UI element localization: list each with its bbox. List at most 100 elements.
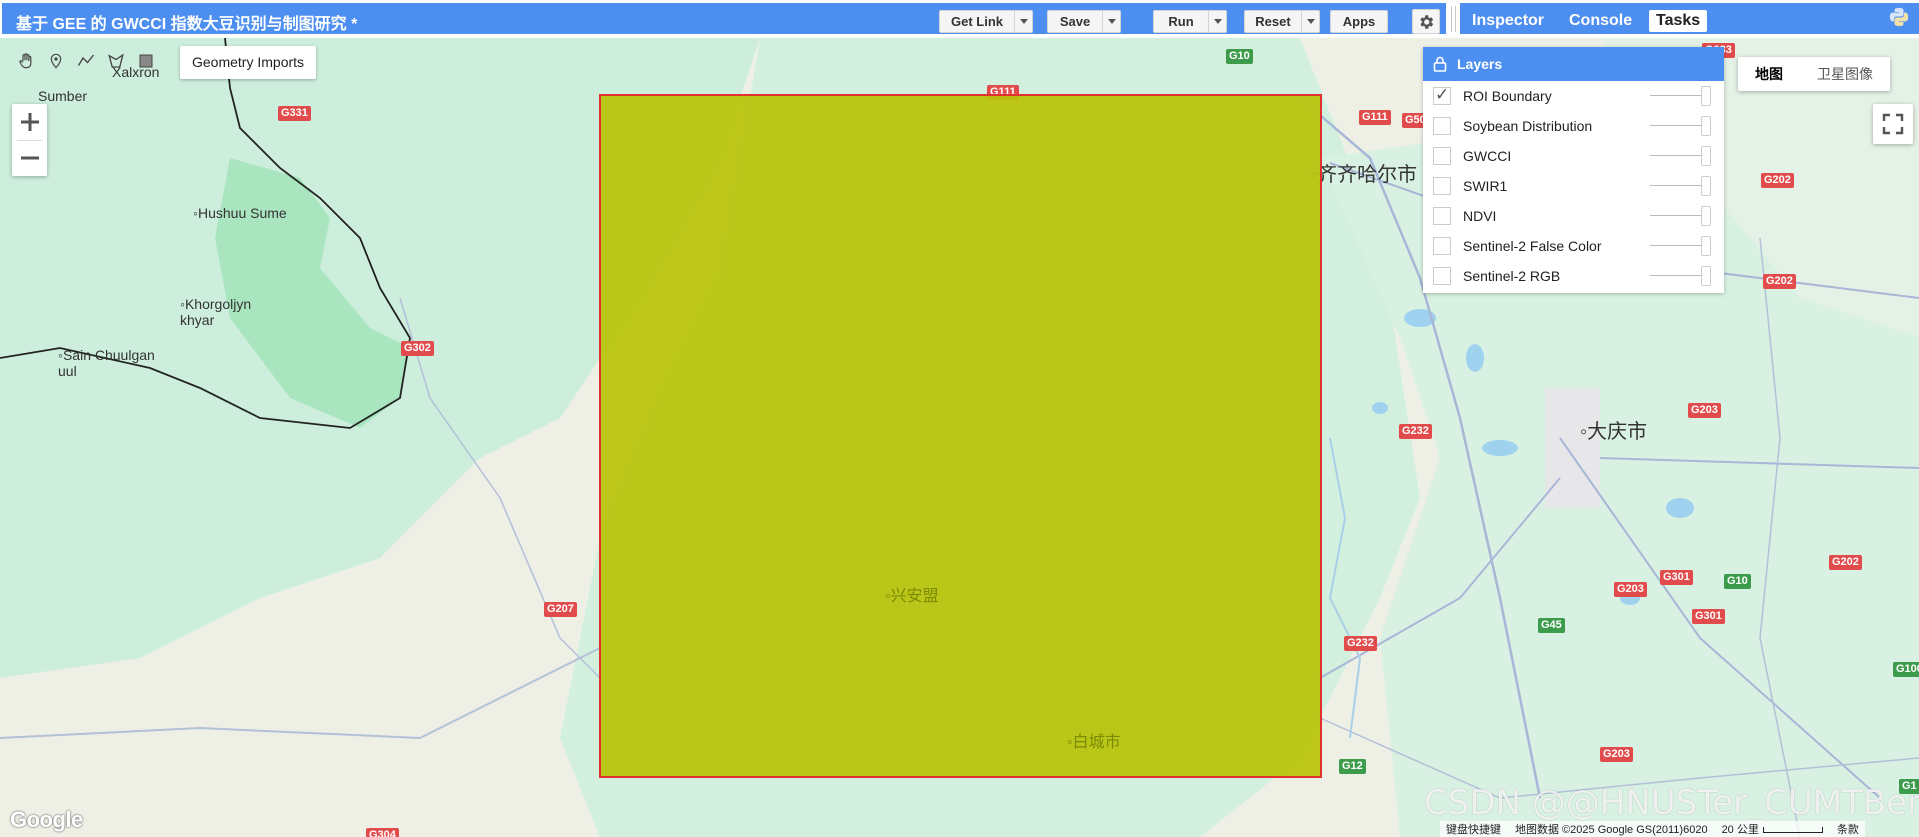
opacity-slider-track[interactable] bbox=[1650, 245, 1706, 246]
opacity-slider-track[interactable] bbox=[1650, 125, 1706, 126]
tab-inspector[interactable]: Inspector bbox=[1465, 10, 1551, 32]
opacity-slider-thumb[interactable] bbox=[1701, 116, 1711, 136]
reset-button[interactable]: Reset bbox=[1244, 10, 1302, 33]
settings-button[interactable] bbox=[1412, 9, 1440, 34]
marker-tool[interactable] bbox=[42, 48, 70, 74]
map-footer: 键盘快捷键 地图数据 ©2025 Google GS(2011)6020 20 … bbox=[1440, 821, 1865, 837]
map-type-satellite[interactable]: 卫星图像 bbox=[1800, 57, 1890, 91]
run-button[interactable]: Run bbox=[1153, 10, 1209, 33]
save-button[interactable]: Save bbox=[1047, 10, 1103, 33]
layer-checkbox[interactable] bbox=[1433, 207, 1451, 225]
highway-shield: G202 bbox=[1761, 173, 1794, 188]
marker-icon bbox=[50, 53, 62, 69]
city-label: ◦齐齐哈尔市 bbox=[1310, 164, 1418, 186]
opacity-slider-thumb[interactable] bbox=[1701, 236, 1711, 256]
place-label: ◦兴安盟 bbox=[885, 588, 939, 605]
highway-shield: G10 bbox=[1724, 574, 1751, 589]
google-logo: Google bbox=[10, 807, 83, 832]
get-link-dropdown[interactable] bbox=[1015, 10, 1033, 33]
scale-bar[interactable]: 20 公里 bbox=[1722, 821, 1823, 837]
layer-row: ROI Boundary bbox=[1423, 81, 1724, 111]
layer-checkbox[interactable] bbox=[1433, 267, 1451, 285]
layer-label: Sentinel-2 RGB bbox=[1463, 268, 1561, 284]
highway-shield: G232 bbox=[1344, 636, 1377, 651]
opacity-slider-track[interactable] bbox=[1650, 155, 1706, 156]
drawing-toolbar bbox=[12, 48, 160, 74]
script-title[interactable]: 基于 GEE 的 GWCCI 指数大豆识别与制图研究 * bbox=[16, 10, 357, 34]
opacity-slider-thumb[interactable] bbox=[1701, 206, 1711, 226]
layer-row: Soybean Distribution bbox=[1423, 111, 1724, 141]
city-label: ◦大庆市 bbox=[1580, 421, 1648, 443]
polygon-tool[interactable] bbox=[102, 48, 130, 74]
layer-checkbox[interactable] bbox=[1433, 117, 1451, 135]
opacity-slider-track[interactable] bbox=[1650, 275, 1706, 276]
place-label: ◦Hushuu Sume bbox=[193, 205, 287, 221]
get-link-group: Get Link bbox=[939, 10, 1033, 33]
zoom-in-button[interactable] bbox=[12, 104, 47, 140]
run-dropdown[interactable] bbox=[1209, 10, 1227, 33]
zoom-out-button[interactable] bbox=[12, 140, 47, 176]
reset-dropdown[interactable] bbox=[1302, 10, 1320, 33]
rectangle-tool[interactable] bbox=[132, 48, 160, 74]
fullscreen-icon bbox=[1882, 113, 1904, 135]
gear-icon bbox=[1420, 14, 1434, 29]
opacity-slider-track[interactable] bbox=[1650, 95, 1706, 96]
opacity-slider-thumb[interactable] bbox=[1701, 86, 1711, 106]
layer-label: Soybean Distribution bbox=[1463, 118, 1593, 134]
apps-button[interactable]: Apps bbox=[1330, 10, 1388, 33]
layer-checkbox[interactable] bbox=[1433, 85, 1451, 105]
layer-row: Sentinel-2 RGB bbox=[1423, 261, 1724, 291]
map-type-roadmap[interactable]: 地图 bbox=[1738, 57, 1800, 91]
chevron-down-icon bbox=[1306, 19, 1315, 24]
opacity-slider-thumb[interactable] bbox=[1701, 176, 1711, 196]
fullscreen-button[interactable] bbox=[1873, 104, 1913, 144]
code-editor-toolbar: 基于 GEE 的 GWCCI 指数大豆识别与制图研究 * Get Link Sa… bbox=[2, 3, 1446, 34]
python-icon bbox=[1889, 7, 1909, 27]
hand-tool[interactable] bbox=[12, 48, 40, 74]
place-label: ◦Khorgoljyn khyar bbox=[180, 296, 252, 328]
highway-shield: G12 bbox=[1339, 759, 1366, 774]
get-link-button[interactable]: Get Link bbox=[939, 10, 1015, 33]
layer-label: Sentinel-2 False Color bbox=[1463, 238, 1602, 254]
highway-shield: G304 bbox=[366, 828, 399, 837]
highway-shield: G331 bbox=[278, 106, 311, 121]
layer-row: SWIR1 bbox=[1423, 171, 1724, 201]
layers-header[interactable]: Layers bbox=[1423, 47, 1724, 81]
tab-console[interactable]: Console bbox=[1562, 10, 1639, 32]
layer-row: Sentinel-2 False Color bbox=[1423, 231, 1724, 261]
keyboard-shortcuts-link[interactable]: 键盘快捷键 bbox=[1446, 821, 1501, 837]
zoom-control bbox=[12, 104, 47, 176]
rectangle-icon bbox=[139, 54, 153, 68]
opacity-slider-track[interactable] bbox=[1650, 215, 1706, 216]
layer-label: SWIR1 bbox=[1463, 178, 1508, 194]
chevron-down-icon bbox=[1107, 19, 1116, 24]
layer-label: ROI Boundary bbox=[1463, 88, 1552, 104]
layers-panel: Layers ROI Boundary Soybean Distribution… bbox=[1423, 47, 1724, 293]
highway-shield: G232 bbox=[1399, 424, 1432, 439]
minus-icon bbox=[20, 156, 39, 160]
line-tool[interactable] bbox=[72, 48, 100, 74]
geometry-imports-button[interactable]: Geometry Imports bbox=[180, 46, 317, 79]
highway-shield: G203 bbox=[1614, 582, 1647, 597]
opacity-slider-thumb[interactable] bbox=[1701, 266, 1711, 286]
run-group: Run bbox=[1153, 10, 1227, 33]
save-dropdown[interactable] bbox=[1103, 10, 1121, 33]
save-group: Save bbox=[1047, 10, 1121, 33]
map-attribution: 地图数据 ©2025 Google GS(2011)6020 bbox=[1515, 824, 1708, 836]
panel-resize-handle[interactable] bbox=[1446, 0, 1460, 38]
map-canvas[interactable]: Sumber Xalxron ◦Hushuu Sume ◦Khorgoljyn … bbox=[0, 38, 1919, 837]
highway-shield: G10 bbox=[1226, 49, 1253, 64]
highway-shield: G203 bbox=[1688, 403, 1721, 418]
highway-shield: G301 bbox=[1692, 609, 1725, 624]
highway-shield: G202 bbox=[1763, 274, 1796, 289]
tab-tasks[interactable]: Tasks bbox=[1649, 10, 1708, 32]
terms-link[interactable]: 条款 bbox=[1837, 821, 1859, 837]
opacity-slider-track[interactable] bbox=[1650, 185, 1706, 186]
opacity-slider-thumb[interactable] bbox=[1701, 146, 1711, 166]
layer-checkbox[interactable] bbox=[1433, 237, 1451, 255]
layer-checkbox[interactable] bbox=[1433, 177, 1451, 195]
place-label: Sumber bbox=[38, 88, 88, 104]
place-label: ◦白城市 bbox=[1067, 734, 1121, 751]
reset-group: Reset bbox=[1244, 10, 1320, 33]
layer-checkbox[interactable] bbox=[1433, 147, 1451, 165]
